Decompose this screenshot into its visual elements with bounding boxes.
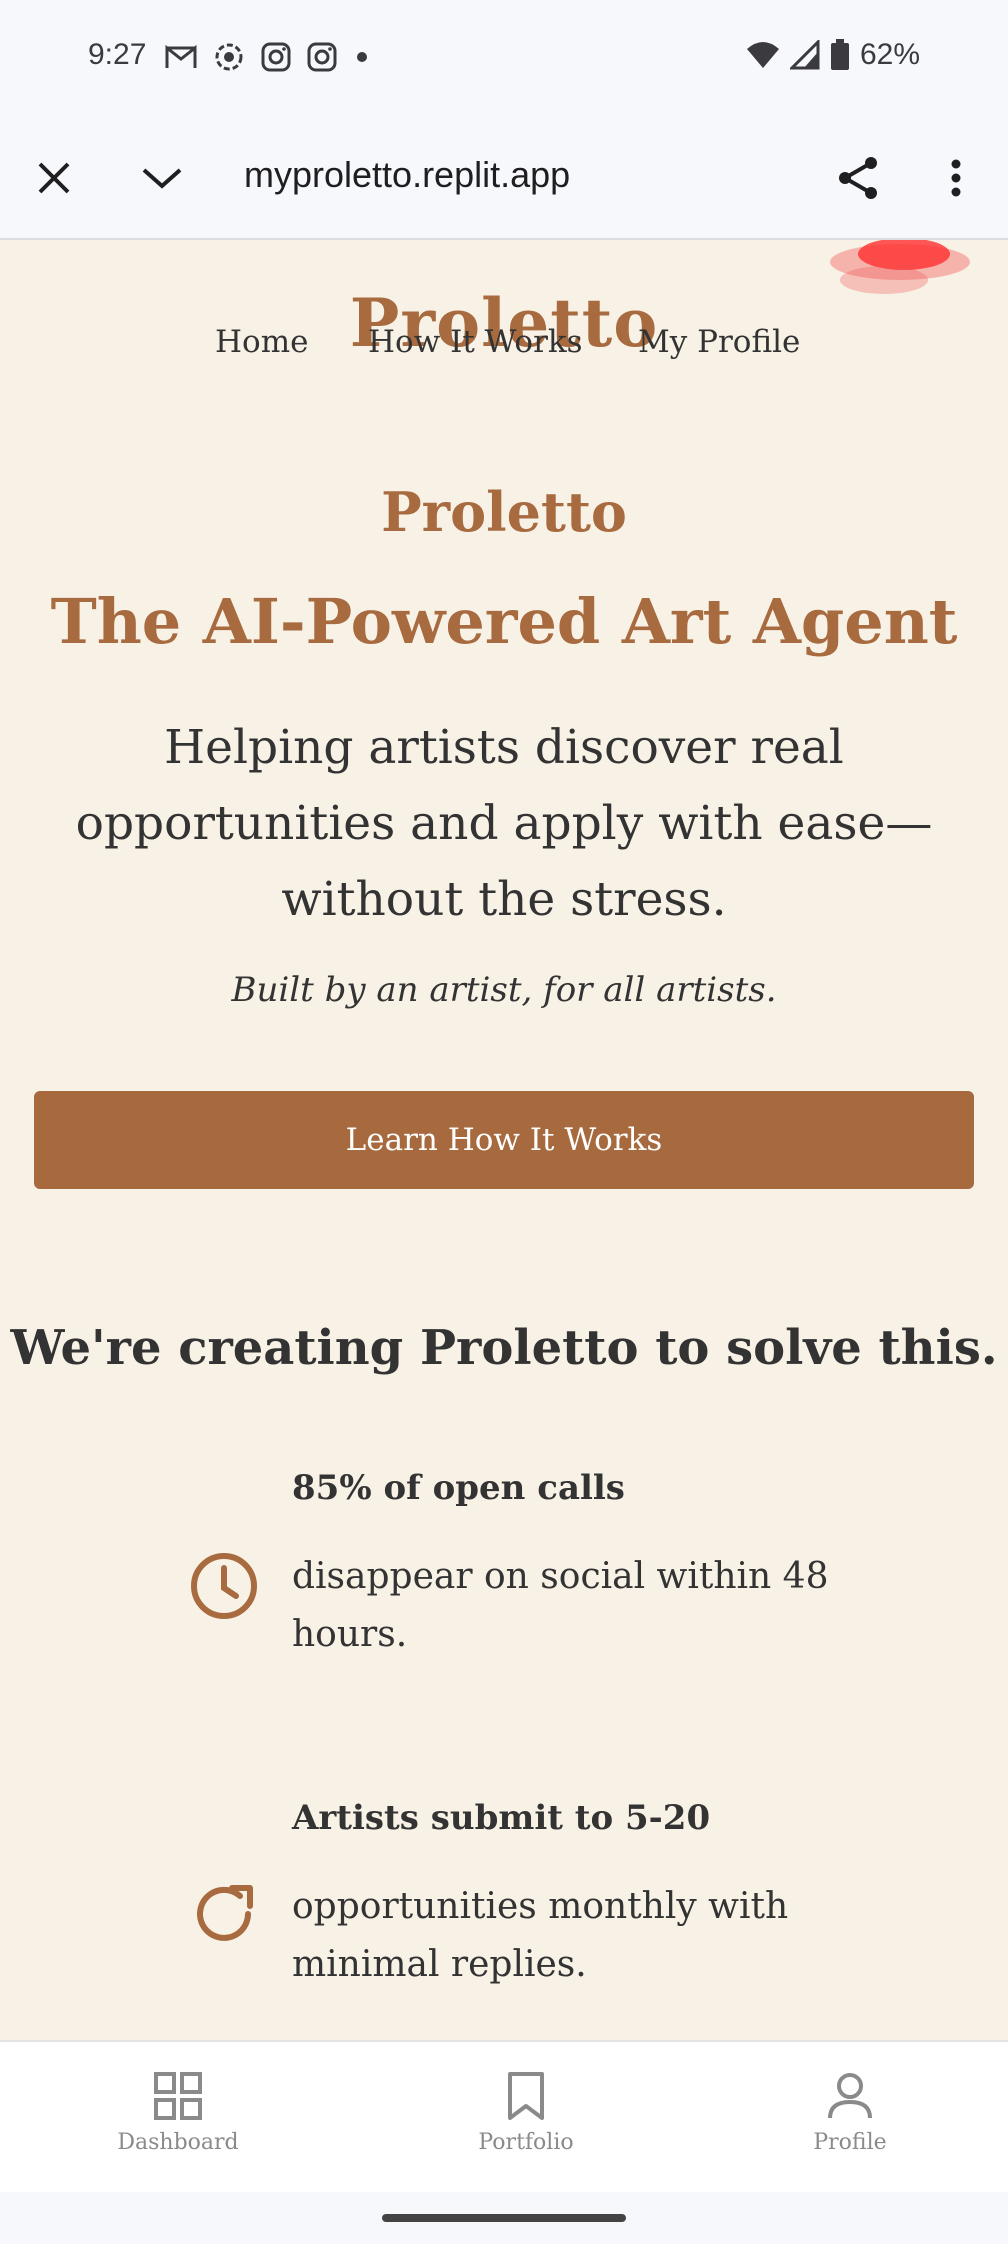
dot-icon bbox=[357, 52, 367, 62]
stat-body: opportunities monthly with minimal repli… bbox=[292, 1886, 789, 1985]
battery-icon bbox=[830, 39, 849, 70]
hero-headline: The AI-Powered Art Agent bbox=[50, 585, 958, 658]
bookmark-icon bbox=[508, 2072, 544, 2120]
bottom-nav-profile[interactable]: Profile bbox=[750, 2070, 950, 2155]
system-icons: 62% bbox=[746, 38, 920, 72]
bottom-nav-label: Dashboard bbox=[117, 2130, 239, 2155]
instagram-icon bbox=[261, 42, 291, 72]
hero-lede: Helping artists discover real opportunit… bbox=[75, 720, 933, 927]
nav-link-home[interactable]: Home bbox=[215, 324, 308, 360]
gesture-area bbox=[0, 2192, 1008, 2244]
status-time: 9:27 bbox=[88, 38, 147, 71]
stat-body: disappear on social within 48 hours. bbox=[292, 1556, 829, 1655]
more-menu-button[interactable] bbox=[930, 152, 982, 204]
bottom-nav-dashboard[interactable]: Dashboard bbox=[78, 2070, 278, 2155]
more-vert-icon bbox=[951, 159, 961, 197]
stat-headline: 85% of open calls bbox=[292, 1468, 625, 1508]
person-icon bbox=[828, 2073, 872, 2119]
bottom-nav-label: Portfolio bbox=[478, 2130, 574, 2155]
minimize-button[interactable] bbox=[136, 152, 188, 204]
pinwheel-icon bbox=[215, 43, 243, 71]
nav-link-my-profile[interactable]: My Profile bbox=[638, 324, 800, 360]
close-tab-button[interactable] bbox=[28, 152, 80, 204]
chevron-down-icon bbox=[142, 168, 182, 189]
grid-icon bbox=[154, 2072, 202, 2120]
bottom-nav: Dashboard Portfolio Profile bbox=[0, 2040, 1008, 2192]
refresh-icon bbox=[197, 1885, 253, 1941]
signal-icon bbox=[789, 40, 820, 70]
web-page: Proletto Home How It Works My Profile Pr… bbox=[0, 240, 1008, 2040]
learn-how-it-works-button[interactable]: Learn How It Works bbox=[34, 1091, 974, 1189]
bottom-nav-portfolio[interactable]: Portfolio bbox=[426, 2070, 626, 2155]
status-bar: 9:27 62% bbox=[0, 0, 1008, 114]
stat-headline: Artists submit to 5-20 bbox=[292, 1798, 711, 1838]
hero-brand: Proletto bbox=[381, 480, 627, 544]
instagram-icon bbox=[307, 42, 337, 72]
battery-percent: 62% bbox=[859, 38, 920, 71]
notification-icons bbox=[164, 40, 372, 74]
wifi-icon bbox=[746, 42, 779, 68]
share-button[interactable] bbox=[832, 152, 884, 204]
bottom-nav-label: Profile bbox=[813, 2130, 887, 2155]
gmail-icon bbox=[165, 44, 197, 68]
browser-toolbar: myproletto.replit.app bbox=[0, 114, 1008, 240]
clock-icon bbox=[191, 1553, 257, 1619]
gesture-handle[interactable] bbox=[382, 2214, 626, 2222]
problem-section-title: We're creating Proletto to solve this. bbox=[10, 1320, 998, 1376]
close-icon bbox=[38, 162, 70, 194]
nav-link-how-it-works[interactable]: How It Works bbox=[368, 324, 583, 360]
share-icon bbox=[839, 157, 877, 199]
hero-tagline: Built by an artist, for all artists. bbox=[231, 970, 777, 1010]
url-bar[interactable]: myproletto.replit.app bbox=[244, 154, 570, 196]
